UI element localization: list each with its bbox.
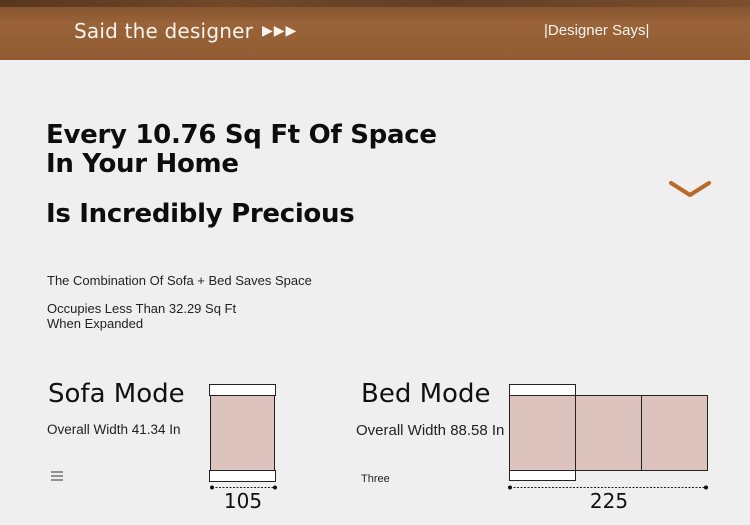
bed-cushion-1 [509,395,576,471]
bed-diagram [508,384,708,490]
bed-backrest [509,384,576,396]
sofa-diagram [209,384,277,490]
sofa-front-rail [209,470,276,482]
mode-diagrams [209,384,708,490]
bed-cushion-3 [641,395,708,471]
sofa-backrest [209,384,276,396]
bed-front-rail [509,470,576,481]
sofa-dimension-label: 105 [223,489,263,513]
bed-dimension-label: 225 [589,489,629,513]
bed-cushion-2 [575,395,642,471]
sofa-seat-cushion [210,395,275,471]
